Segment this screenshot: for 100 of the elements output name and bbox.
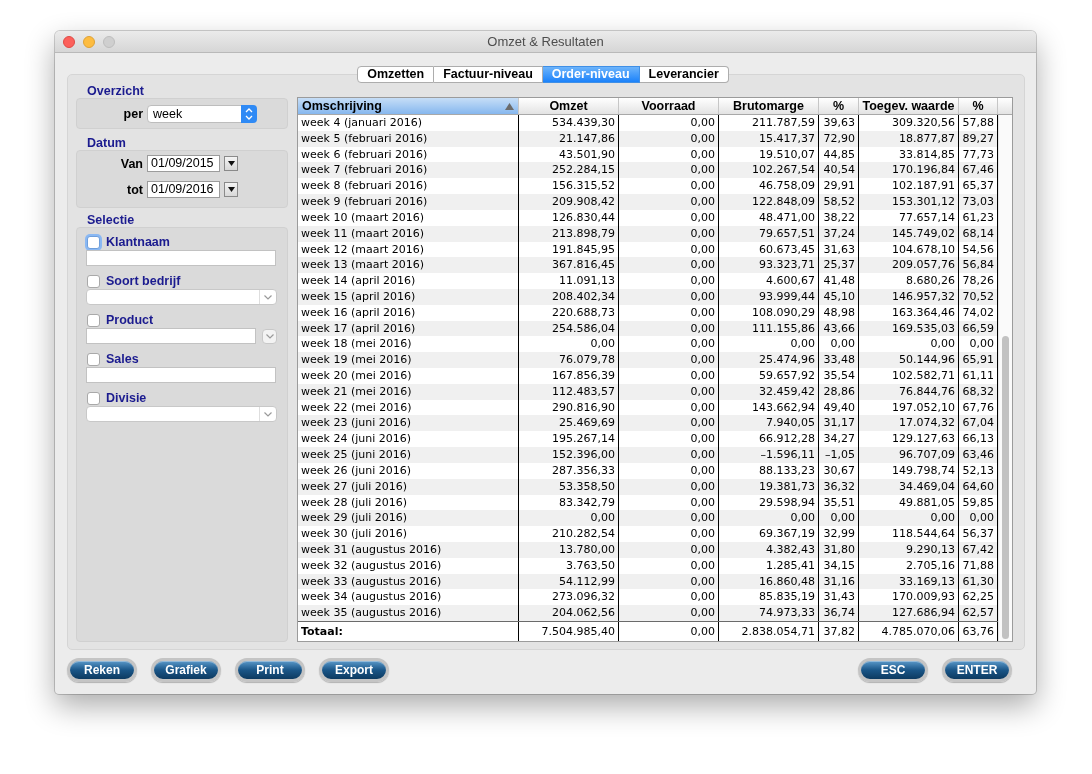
table-cell: 32,99 — [819, 526, 859, 542]
table-cell: 102.582,71 — [859, 368, 959, 384]
window-title: Omzet & Resultaten — [487, 34, 604, 49]
table-cell: 39,63 — [819, 115, 859, 131]
checkbox[interactable] — [87, 274, 100, 288]
table-cell: 11.091,13 — [519, 273, 619, 289]
total-cell: 7.504.985,40 — [519, 622, 619, 641]
column-header[interactable]: Toegev. waarde — [859, 98, 959, 114]
table-cell: 213.898,79 — [519, 225, 619, 242]
zoom-button[interactable] — [103, 35, 115, 48]
table-cell: 88.133,23 — [719, 462, 819, 479]
triangle-down-icon — [227, 187, 235, 192]
table-cell: 0,00 — [619, 130, 719, 147]
table-cell: week 29 (juli 2016) — [298, 510, 519, 527]
table-cell: 0,00 — [619, 510, 719, 527]
table-cell: 40,54 — [819, 162, 859, 179]
table-cell: 0,00 — [519, 510, 619, 527]
table-cell: 0,00 — [619, 478, 719, 495]
table-cell: 58,52 — [819, 194, 859, 210]
table-cell: 93.999,44 — [719, 288, 819, 305]
table-cell: 112.483,57 — [519, 383, 619, 400]
table-cell: 36,74 — [819, 605, 859, 621]
checkbox-label: Sales — [106, 352, 139, 366]
table-cell: 309.320,56 — [859, 115, 959, 131]
checkbox-label: Divisie — [106, 391, 147, 405]
combo-field[interactable] — [86, 406, 277, 422]
table-cell: 0,00 — [619, 225, 719, 242]
table-cell: 33.169,13 — [859, 573, 959, 590]
table-cell: 102.267,54 — [719, 162, 819, 179]
action-button[interactable]: ENTER — [942, 658, 1012, 682]
input-field[interactable] — [86, 250, 276, 266]
table-cell: 163.364,46 — [859, 304, 959, 321]
table-cell: 0,00 — [719, 510, 819, 527]
table-cell: 28,86 — [819, 383, 859, 400]
close-button[interactable] — [63, 35, 75, 48]
column-header[interactable]: Voorraad — [619, 98, 719, 114]
column-header[interactable]: % — [819, 98, 859, 114]
table-cell: 41,48 — [819, 273, 859, 289]
table-cell: week 4 (januari 2016) — [298, 115, 519, 131]
table-cell: 169.535,03 — [859, 320, 959, 337]
scrollbar-thumb[interactable] — [1002, 336, 1009, 639]
table-cell: 54.112,99 — [519, 573, 619, 590]
table-cell: 16.860,48 — [719, 573, 819, 590]
checkbox[interactable] — [87, 391, 100, 405]
column-header[interactable]: Brutomarge — [719, 98, 819, 114]
tab[interactable]: Leverancier — [639, 66, 729, 83]
field-label: per — [122, 106, 143, 121]
table-cell: 59.657,92 — [719, 368, 819, 384]
table-cell: 0,00 — [619, 115, 719, 131]
table-cell: 9.290,13 — [859, 541, 959, 558]
table-cell: 0,00 — [619, 573, 719, 590]
period-select[interactable]: week — [147, 104, 257, 123]
dropdown-button[interactable] — [224, 156, 238, 171]
table-cell: 21.147,86 — [519, 130, 619, 147]
input-field[interactable] — [86, 328, 256, 344]
table-cell: 208.402,34 — [519, 288, 619, 305]
checkbox[interactable] — [87, 352, 100, 366]
section-title: Datum — [86, 137, 127, 149]
table-cell: 126.830,44 — [519, 209, 619, 226]
table-cell: week 32 (augustus 2016) — [298, 557, 519, 574]
column-header[interactable]: Omzet — [519, 98, 619, 114]
table-cell: 0,00 — [619, 304, 719, 321]
total-cell: 37,82 — [819, 622, 859, 641]
table-cell: week 16 (april 2016) — [298, 304, 519, 321]
table-cell: 0,00 — [619, 320, 719, 337]
table-cell: 0,00 — [619, 415, 719, 432]
table-cell: 0,00 — [619, 273, 719, 289]
section-title: Selectie — [86, 214, 136, 226]
table-cell: 0,00 — [619, 526, 719, 542]
column-header[interactable]: Omschrijving — [298, 98, 519, 114]
table-cell: 108.090,29 — [719, 304, 819, 321]
table-cell: 34,15 — [819, 557, 859, 574]
date-field[interactable]: 01/09/2015 — [147, 155, 220, 172]
date-field[interactable]: 01/09/2016 — [147, 181, 220, 198]
action-button[interactable]: Print — [235, 658, 305, 682]
table-cell: week 14 (april 2016) — [298, 273, 519, 289]
action-button[interactable]: Grafiek — [151, 658, 221, 682]
input-field[interactable] — [86, 367, 276, 383]
tab[interactable]: Omzetten — [357, 66, 435, 83]
table-cell: 0,00 — [619, 447, 719, 463]
table-cell: 19.381,73 — [719, 478, 819, 495]
checkbox[interactable] — [87, 313, 100, 327]
table-cell: week 9 (februari 2016) — [298, 194, 519, 210]
checkbox-label: Product — [106, 313, 154, 327]
combo-field[interactable] — [86, 289, 277, 305]
table-cell: 37,24 — [819, 225, 859, 242]
action-button[interactable]: Export — [319, 658, 389, 682]
action-button[interactable]: ESC — [858, 658, 928, 682]
dropdown-button[interactable] — [224, 182, 238, 197]
tab[interactable]: Factuur-niveau — [434, 66, 543, 83]
table-cell: 3.763,50 — [519, 557, 619, 574]
table-cell: 220.688,73 — [519, 304, 619, 321]
action-button[interactable]: Reken — [67, 658, 137, 682]
minimize-button[interactable] — [83, 35, 95, 48]
table-cell: 4.600,67 — [719, 273, 819, 289]
table-cell: 45,10 — [819, 288, 859, 305]
table-cell: week 15 (april 2016) — [298, 288, 519, 305]
table-cell: week 11 (maart 2016) — [298, 225, 519, 242]
table-cell: 31,17 — [819, 415, 859, 432]
table-cell: week 13 (maart 2016) — [298, 257, 519, 274]
